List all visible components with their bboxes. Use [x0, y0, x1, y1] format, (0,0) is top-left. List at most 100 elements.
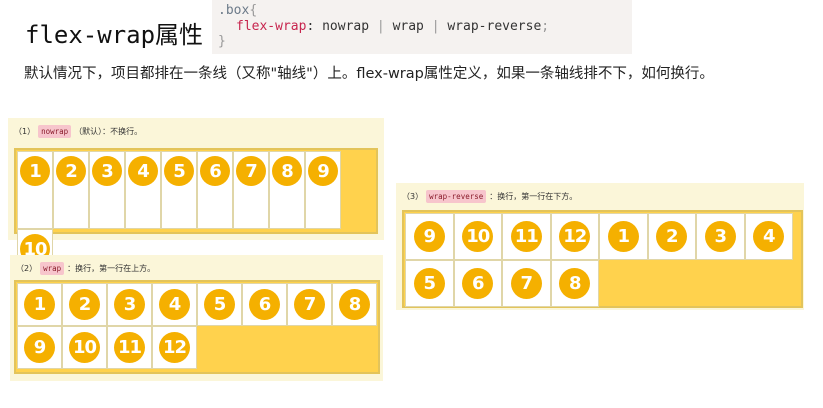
flex-item: 4 [125, 151, 161, 229]
item-number-badge: 11 [114, 332, 145, 363]
item-number-badge: 9 [413, 221, 445, 252]
flex-container-wrap: 1 2 3 4 5 6 7 8 9 10 11 12 [14, 280, 380, 374]
item-number-badge: 2 [69, 289, 100, 320]
item-number-badge: 7 [236, 156, 266, 186]
item-number-badge: 1 [20, 156, 50, 186]
flex-item: 7 [233, 151, 269, 229]
flex-item: 2 [53, 151, 89, 229]
item-number-badge: 1 [24, 289, 55, 320]
code-value-nowrap: nowrap [322, 18, 370, 34]
item-number-badge: 4 [159, 289, 190, 320]
flex-item: 6 [453, 260, 502, 307]
flex-item: 7 [502, 260, 551, 307]
caption-text: ：换行，第一行在上方。 [67, 264, 156, 273]
item-number-badge: 10 [69, 332, 100, 363]
code-pipe: | [431, 18, 440, 34]
flex-item: 9 [305, 151, 341, 229]
caption-tag: nowrap [38, 125, 72, 138]
panel-wrap: （2） wrap ：换行，第一行在上方。 1 2 3 4 5 6 7 8 9 10 11 12 [10, 255, 383, 381]
flex-item: 6 [197, 151, 233, 229]
flex-item: 3 [89, 151, 125, 229]
flex-item: 5 [197, 283, 242, 326]
flex-item: 5 [161, 151, 197, 229]
code-close-brace: } [218, 34, 226, 49]
flex-item: 11 [107, 326, 152, 369]
code-line-selector: .box{ [218, 3, 632, 19]
caption-text: ：换行，第一行在下方。 [489, 192, 578, 201]
code-block: .box{ flex-wrap: nowrap | wrap | wrap-re… [212, 0, 632, 54]
code-semicolon: ; [541, 18, 550, 34]
flex-item: 9 [17, 326, 62, 369]
item-number-badge: 5 [413, 268, 445, 299]
flex-item: 6 [242, 283, 287, 326]
item-number-badge: 7 [294, 289, 325, 320]
caption-number: （3） [402, 192, 424, 201]
item-number-badge: 8 [559, 268, 591, 299]
code-line-property: flex-wrap: nowrap | wrap | wrap-reverse; [218, 19, 632, 35]
item-number-badge: 2 [56, 156, 86, 186]
flex-item: 1 [17, 283, 62, 326]
item-number-badge: 4 [128, 156, 158, 186]
item-number-badge: 5 [164, 156, 194, 186]
item-number-badge: 6 [462, 268, 494, 299]
item-number-badge: 11 [510, 221, 542, 252]
code-value-wrap: wrap [392, 18, 424, 34]
item-number-badge: 8 [339, 289, 370, 320]
code-open-brace: { [249, 3, 258, 18]
flex-container-nowrap: 1 2 3 4 5 6 7 8 9 10 [14, 148, 378, 307]
flex-item: 2 [647, 213, 696, 260]
item-number-badge: 12 [159, 332, 190, 363]
flex-item: 2 [62, 283, 107, 326]
caption-nowrap: （1） nowrap （默认）：不换行。 [14, 125, 142, 138]
caption-text: （默认）：不换行。 [74, 127, 143, 136]
caption-wrap: （2） wrap ：换行，第一行在上方。 [16, 262, 155, 275]
item-number-badge: 12 [559, 221, 591, 252]
item-number-badge: 1 [607, 221, 639, 252]
code-selector: .box [218, 3, 250, 18]
page-title: flex-wrap属性 [25, 21, 204, 49]
flex-item: 7 [287, 283, 332, 326]
flex-item: 1 [599, 213, 648, 260]
flex-item: 8 [332, 283, 377, 326]
flex-item: 10 [453, 213, 502, 260]
code-property: flex-wrap [236, 18, 307, 34]
flex-container-wrap-reverse: 9 10 11 12 1 2 3 4 5 6 7 8 [402, 210, 803, 308]
flex-item: 11 [502, 213, 551, 260]
item-number-badge: 3 [92, 156, 122, 186]
panel-nowrap: （1） nowrap （默认）：不换行。 1 2 3 4 5 6 7 8 9 10 [8, 118, 384, 307]
flex-item: 9 [405, 213, 454, 260]
item-number-badge: 8 [272, 156, 302, 186]
flex-item: 8 [269, 151, 305, 229]
item-number-badge: 6 [200, 156, 230, 186]
flex-item: 12 [152, 326, 197, 369]
flex-item: 3 [696, 213, 745, 260]
code-value-wrap-reverse: wrap-reverse [447, 18, 542, 34]
item-number-badge: 9 [308, 156, 338, 186]
flex-item: 5 [405, 260, 454, 307]
item-number-badge: 2 [656, 221, 688, 252]
caption-number: （1） [14, 127, 36, 136]
item-number-badge: 4 [753, 221, 785, 252]
caption-wrap-reverse: （3） wrap-reverse ：换行，第一行在下方。 [402, 190, 577, 203]
item-number-badge: 9 [24, 332, 55, 363]
item-number-badge: 10 [462, 221, 494, 252]
item-number-badge: 7 [510, 268, 542, 299]
flex-item: 12 [550, 213, 599, 260]
flex-item: 3 [107, 283, 152, 326]
flex-item: 10 [62, 326, 107, 369]
description: 默认情况下，项目都排在一条线（又称"轴线"）上。flex-wrap属性定义，如果… [24, 66, 714, 82]
item-number-badge: 3 [114, 289, 145, 320]
flex-item: 8 [550, 260, 599, 307]
caption-number: （2） [16, 264, 38, 273]
item-number-badge: 5 [204, 289, 235, 320]
flex-item: 1 [17, 151, 53, 229]
panel-wrap-reverse: （3） wrap-reverse ：换行，第一行在下方。 9 10 11 12 1 2 3 4… [396, 183, 804, 310]
code-pipe: | [376, 18, 385, 34]
item-number-badge: 6 [249, 289, 280, 320]
flex-item: 4 [152, 283, 197, 326]
flex-item: 4 [744, 213, 793, 260]
code-colon: : [306, 18, 315, 34]
caption-tag: wrap-reverse [426, 190, 487, 203]
item-number-badge: 3 [704, 221, 736, 252]
caption-tag: wrap [40, 262, 65, 275]
